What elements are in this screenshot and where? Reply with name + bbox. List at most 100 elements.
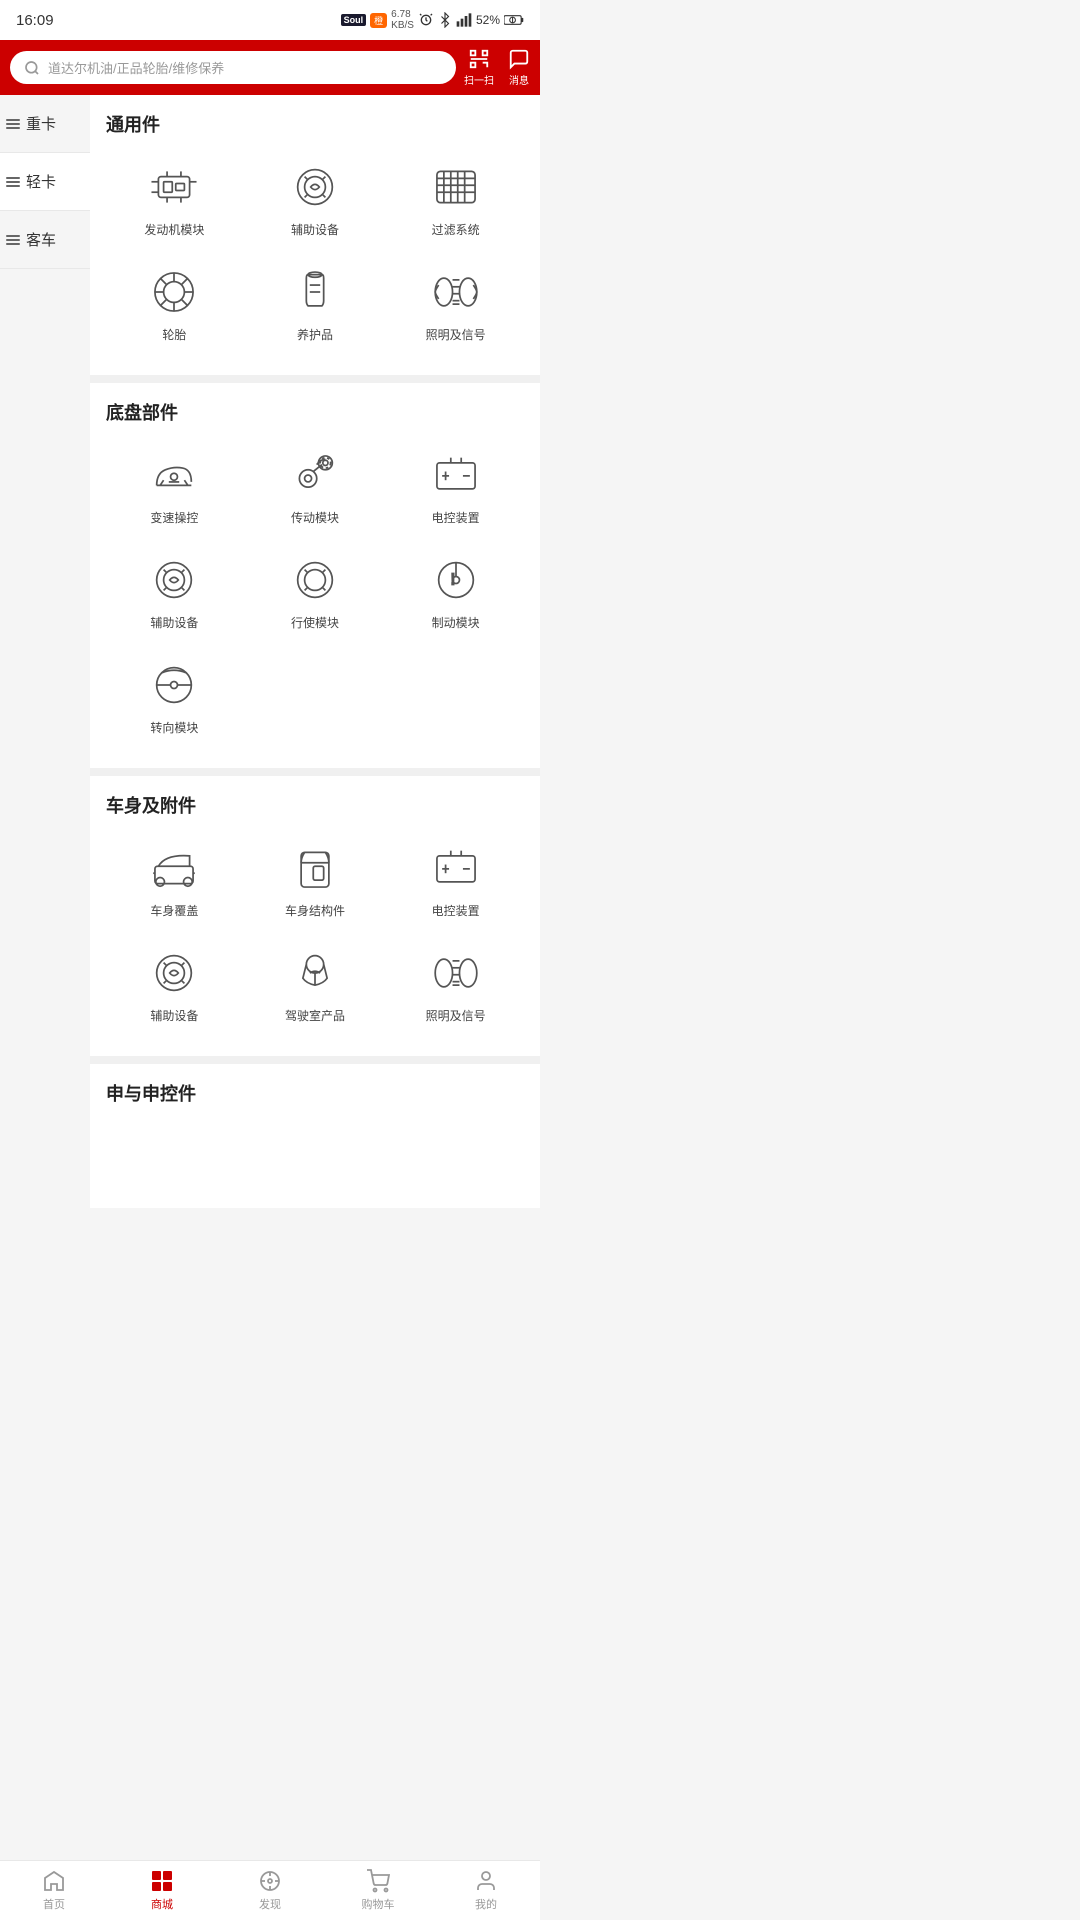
grid-item-engine[interactable]: 发动机模块: [106, 151, 243, 246]
grid-item-driving-module[interactable]: 行使模块: [247, 544, 384, 639]
grid-item-filter[interactable]: 过滤系统: [387, 151, 524, 246]
driving-module-label: 行使模块: [291, 614, 339, 631]
bluetooth-icon: [438, 12, 452, 28]
filter-label: 过滤系统: [432, 221, 480, 238]
home-icon: [42, 1869, 66, 1893]
search-icon: [24, 60, 40, 76]
sidebar-item-label-heavy-truck: 重卡: [26, 113, 56, 134]
grid-item-cabin[interactable]: 驾驶室产品: [247, 937, 384, 1032]
grid-item-maintenance[interactable]: 养护品: [247, 256, 384, 351]
message-label: 消息: [509, 72, 529, 87]
grid-item-lighting-2[interactable]: 照明及信号: [387, 937, 524, 1032]
cart-icon: [366, 1869, 390, 1893]
grid-item-lighting[interactable]: 照明及信号: [387, 256, 524, 351]
section-electrical: 申与申控件: [90, 1064, 540, 1200]
status-bar: 16:09 Soul 橙 6.78KB/S 52%: [0, 0, 540, 40]
cabin-icon: [287, 945, 343, 1001]
grid-item-transmission-ctrl[interactable]: 变速操控: [106, 439, 243, 534]
aux-2-label: 辅助设备: [150, 614, 198, 631]
message-icon: [508, 48, 530, 70]
header-icons: 扫一扫 消息: [464, 48, 530, 87]
grid-item-drive-module[interactable]: 传动模块: [247, 439, 384, 534]
grid-item-battery-ctrl[interactable]: 电控装置: [387, 439, 524, 534]
brake-module-label: 制动模块: [432, 614, 480, 631]
lighting-2-label: 照明及信号: [426, 1007, 486, 1024]
nav-cart-label: 购物车: [362, 1896, 395, 1912]
main-container: 重卡 轻卡 客车 通用件: [0, 95, 540, 1208]
message-button[interactable]: 消息: [508, 48, 530, 87]
network-speed: 6.78KB/S: [391, 9, 414, 31]
transmission-ctrl-label: 变速操控: [150, 509, 198, 526]
grid-item-brake-module[interactable]: ! 制动模块: [387, 544, 524, 639]
section-title-general: 通用件: [106, 111, 524, 137]
auxiliary-label: 辅助设备: [291, 221, 339, 238]
signal-icon: [456, 13, 472, 27]
divider-3: [90, 1056, 540, 1064]
sidebar-item-heavy-truck[interactable]: 重卡: [0, 95, 90, 153]
lighting-2-icon: [428, 945, 484, 1001]
profile-icon: [474, 1869, 498, 1893]
drive-module-icon: [287, 447, 343, 503]
driving-module-icon: [287, 552, 343, 608]
time: 16:09: [16, 12, 54, 29]
menu-icon-3: [6, 235, 20, 245]
nav-profile[interactable]: 我的: [432, 1861, 540, 1920]
grid-item-auxiliary[interactable]: 辅助设备: [247, 151, 384, 246]
orange-badge: 橙: [370, 13, 387, 28]
filter-icon: [428, 159, 484, 215]
section-title-chassis: 底盘部件: [106, 399, 524, 425]
search-placeholder: 道达尔机油/正品轮胎/维修保养: [48, 58, 224, 77]
maintenance-icon: [287, 264, 343, 320]
battery-ctrl-label: 电控装置: [432, 509, 480, 526]
engine-icon: [146, 159, 202, 215]
section-general-parts: 通用件: [90, 95, 540, 367]
section-body-parts: 车身及附件 车身覆盖: [90, 776, 540, 1048]
grid-item-steering-module[interactable]: 转向模块: [106, 649, 243, 744]
section-chassis: 底盘部件 变速操控: [90, 383, 540, 760]
grid-item-body-structure[interactable]: 车身结构件: [247, 832, 384, 927]
nav-home-label: 首页: [43, 1896, 65, 1912]
auxiliary-icon: [287, 159, 343, 215]
shop-icon: [150, 1869, 174, 1893]
chassis-parts-grid: 变速操控 传动模块: [106, 439, 524, 752]
nav-shop[interactable]: 商城: [108, 1861, 216, 1920]
grid-item-aux-2[interactable]: 辅助设备: [106, 544, 243, 639]
divider-1: [90, 375, 540, 383]
transmission-ctrl-icon: [146, 447, 202, 503]
sidebar-item-light-truck[interactable]: 轻卡: [0, 153, 90, 211]
svg-text:!: !: [450, 571, 454, 588]
lighting-label: 照明及信号: [426, 326, 486, 343]
battery-level: 52%: [476, 13, 500, 27]
soul-badge: Soul: [341, 14, 367, 26]
header: 道达尔机油/正品轮胎/维修保养 扫一扫 消息: [0, 40, 540, 95]
steering-module-icon: [146, 657, 202, 713]
aux-3-label: 辅助设备: [150, 1007, 198, 1024]
lighting-icon: [428, 264, 484, 320]
scan-button[interactable]: 扫一扫: [464, 48, 494, 87]
search-bar[interactable]: 道达尔机油/正品轮胎/维修保养: [10, 51, 456, 84]
alarm-icon: [418, 12, 434, 28]
status-icons: Soul 橙 6.78KB/S 52%: [341, 9, 524, 31]
grid-item-tire[interactable]: 轮胎: [106, 256, 243, 351]
grid-item-aux-3[interactable]: 辅助设备: [106, 937, 243, 1032]
grid-item-body-cover[interactable]: 车身覆盖: [106, 832, 243, 927]
body-structure-label: 车身结构件: [285, 902, 345, 919]
aux-2-icon: [146, 552, 202, 608]
cabin-label: 驾驶室产品: [285, 1007, 345, 1024]
steering-module-label: 转向模块: [150, 719, 198, 736]
maintenance-label: 养护品: [297, 326, 333, 343]
scan-label: 扫一扫: [464, 72, 494, 87]
sidebar-item-label-light-truck: 轻卡: [26, 171, 56, 192]
elec-ctrl-icon: [428, 840, 484, 896]
grid-item-elec-ctrl[interactable]: 电控装置: [387, 832, 524, 927]
scan-icon: [468, 48, 490, 70]
nav-cart[interactable]: 购物车: [324, 1861, 432, 1920]
divider-2: [90, 768, 540, 776]
tire-label: 轮胎: [162, 326, 186, 343]
nav-home[interactable]: 首页: [0, 1861, 108, 1920]
brake-module-icon: !: [428, 552, 484, 608]
section-title-body: 车身及附件: [106, 792, 524, 818]
bottom-nav: 首页 商城 发现 购物车 我的: [0, 1860, 540, 1920]
nav-discover[interactable]: 发现: [216, 1861, 324, 1920]
sidebar-item-bus[interactable]: 客车: [0, 211, 90, 269]
